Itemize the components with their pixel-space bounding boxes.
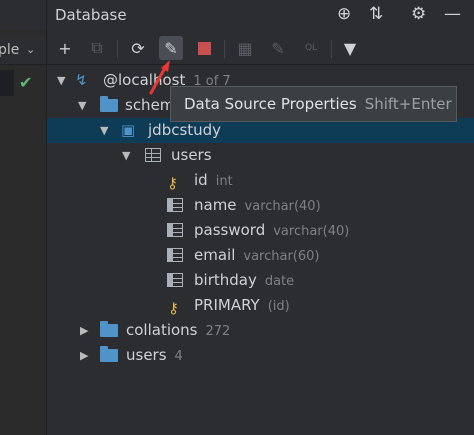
column-label: name varchar(40) xyxy=(194,196,321,214)
chevron-down-icon[interactable]: ▼ xyxy=(57,68,65,93)
mysql-icon: ↯ xyxy=(75,71,88,89)
chevron-down-icon[interactable]: ▼ xyxy=(100,118,108,143)
edit-icon[interactable]: ✎ xyxy=(266,36,290,60)
column-icon xyxy=(167,248,183,262)
stop-icon[interactable] xyxy=(192,36,216,60)
toolbar-divider xyxy=(117,40,118,58)
left-top-bar xyxy=(0,0,46,30)
database-panel: Database ⊕ ⇅ ⚙ — + ⧉ ⟳ ✎ ▦ ✎ QL ▼ ▼ ↯ @l… xyxy=(47,0,474,435)
column-icon xyxy=(167,223,183,237)
left-gutter xyxy=(0,70,14,96)
chevron-down-icon[interactable]: ▼ xyxy=(122,143,130,168)
toolbar-divider xyxy=(331,40,332,58)
red-annotation-arrow-icon xyxy=(149,60,170,95)
chevron-right-icon[interactable]: ▶ xyxy=(80,318,88,343)
copy-icon[interactable]: ⧉ xyxy=(85,36,109,60)
gear-icon[interactable]: ⚙ xyxy=(411,4,426,24)
query-console-icon[interactable]: QL xyxy=(299,36,323,60)
column-row[interactable]: birthday date xyxy=(47,268,474,293)
node-label: collations 272 xyxy=(126,321,231,339)
panel-toolbar: + ⧉ ⟳ ✎ ▦ ✎ QL ▼ xyxy=(47,32,474,65)
column-label: password varchar(40) xyxy=(194,221,350,239)
chevron-down-icon: ⌄ xyxy=(26,43,36,56)
panel-title: Database xyxy=(55,6,127,24)
column-row[interactable]: ⚷ id int xyxy=(47,168,474,193)
crosshair-icon[interactable]: ⊕ xyxy=(337,4,351,24)
folder-icon xyxy=(100,346,118,362)
left-combo[interactable]: ple ⌄ xyxy=(0,36,46,65)
table-view-icon[interactable]: ▦ xyxy=(233,36,257,60)
left-editor-strip: ple ⌄ ✔ xyxy=(0,0,47,435)
add-icon[interactable]: + xyxy=(53,36,77,60)
folder-icon xyxy=(100,96,118,112)
collapse-all-icon[interactable]: ⇅ xyxy=(369,4,383,24)
column-label: email varchar(60) xyxy=(194,246,320,264)
node-label: users 4 xyxy=(126,346,183,364)
key-row[interactable]: ⚷ PRIMARY (id) xyxy=(47,293,474,318)
panel-header: Database ⊕ ⇅ ⚙ — xyxy=(47,0,474,30)
toolbar-divider xyxy=(224,40,225,58)
column-icon xyxy=(167,198,183,212)
column-row[interactable]: name varchar(40) xyxy=(47,193,474,218)
schema-icon: ▣ xyxy=(121,121,136,139)
column-label: birthday date xyxy=(194,271,295,289)
tooltip: Data Source Properties Shift+Enter xyxy=(170,86,457,122)
left-row: ✔ xyxy=(0,70,46,96)
tree-node-collations[interactable]: ▶ collations 272 xyxy=(47,318,474,343)
tooltip-shortcut: Shift+Enter xyxy=(364,95,452,113)
node-label: schem xyxy=(125,96,175,114)
left-combo-text: ple xyxy=(0,42,20,58)
node-label: users xyxy=(171,146,212,164)
filter-icon[interactable]: ▼ xyxy=(338,36,362,60)
tooltip-label: Data Source Properties xyxy=(184,95,357,113)
column-row[interactable]: password varchar(40) xyxy=(47,218,474,243)
data-source-properties-icon[interactable]: ✎ xyxy=(159,36,183,60)
column-icon xyxy=(167,273,183,287)
column-row[interactable]: email varchar(60) xyxy=(47,243,474,268)
key-label: PRIMARY (id) xyxy=(194,296,290,314)
chevron-right-icon[interactable]: ▶ xyxy=(80,343,88,368)
folder-icon xyxy=(100,321,118,337)
checkmark-icon: ✔ xyxy=(19,73,33,92)
chevron-down-icon[interactable]: ▼ xyxy=(78,93,86,118)
tree-node-users-table[interactable]: ▼ users xyxy=(47,143,474,168)
refresh-icon[interactable]: ⟳ xyxy=(126,36,150,60)
minimize-icon[interactable]: — xyxy=(444,4,461,24)
column-label: id int xyxy=(194,171,233,189)
tree-node-users-folder[interactable]: ▶ users 4 xyxy=(47,343,474,368)
table-icon xyxy=(145,148,161,162)
